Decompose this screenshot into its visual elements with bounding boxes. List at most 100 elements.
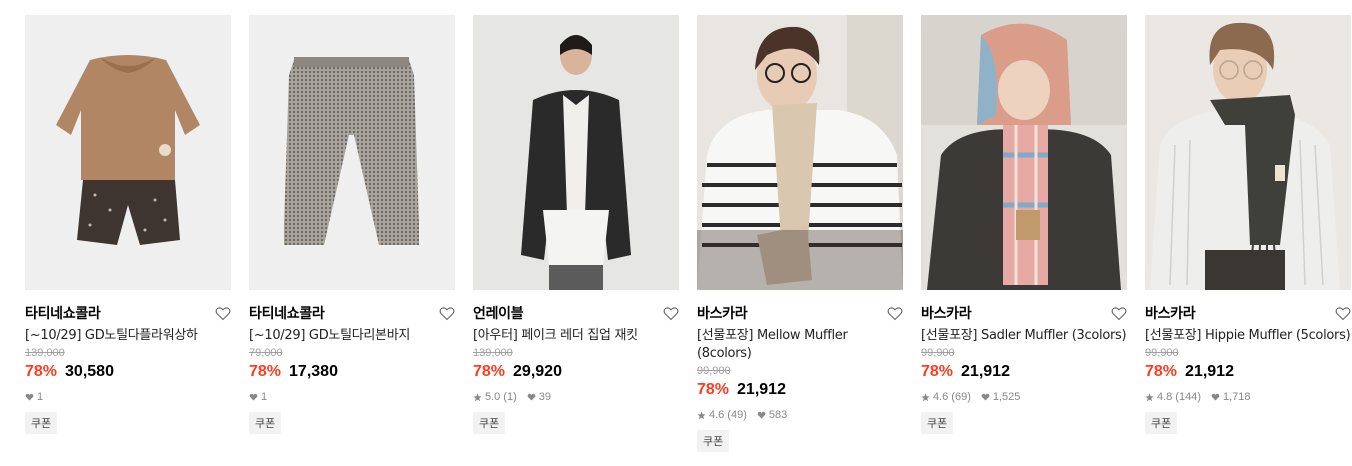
- brand-name[interactable]: 언레이블: [473, 303, 524, 323]
- review-count: (69): [951, 391, 971, 403]
- coupon-badge: 쿠폰: [25, 412, 58, 434]
- heart-icon[interactable]: [438, 305, 455, 322]
- original-price: 139,000: [473, 347, 513, 359]
- heart-filled-icon: [757, 411, 766, 419]
- discount-rate: 78%: [249, 363, 282, 380]
- discount-rate: 78%: [697, 381, 730, 398]
- discount-rate: 78%: [1145, 363, 1178, 380]
- heart-filled-icon: [25, 393, 34, 401]
- likes: 1,525: [981, 391, 1021, 403]
- heart-icon[interactable]: [1110, 305, 1127, 322]
- product-stats: 5.0 (1) 39: [473, 390, 679, 404]
- sale-price: 21,912: [737, 381, 786, 398]
- sale-price: 21,912: [961, 363, 1010, 380]
- heart-icon[interactable]: [662, 305, 679, 322]
- heart-filled-icon: [981, 393, 990, 401]
- brand-name[interactable]: 바스카라: [1145, 303, 1196, 323]
- heart-icon[interactable]: [886, 305, 903, 322]
- sale-price: 17,380: [289, 363, 338, 380]
- likes: 1: [249, 391, 267, 403]
- likes-count: 583: [768, 409, 788, 421]
- heart-filled-icon: [1211, 393, 1220, 401]
- discount-rate: 78%: [921, 363, 954, 380]
- product-name[interactable]: [선물포장] Mellow Muffler (8colors): [697, 327, 903, 363]
- likes-count: 1: [261, 391, 268, 403]
- product-card[interactable]: 바스카라 [선물포장] Sadler Muffler (3colors) 99,…: [921, 15, 1127, 452]
- product-name[interactable]: [아우터] 페이크 레더 집업 재킷: [473, 327, 679, 345]
- rating: 5.0 (1): [473, 391, 517, 403]
- coupon-badge: 쿠폰: [249, 412, 282, 434]
- product-photo-plaid-muffler: [921, 15, 1127, 290]
- rating: 4.8 (144): [1145, 391, 1201, 403]
- product-card[interactable]: 타티네쇼콜라 [~10/29] GD노틸다플라워상하 139,000 78% 3…: [25, 15, 231, 452]
- product-stats: 1: [25, 390, 231, 404]
- rating-value: 5.0: [485, 391, 501, 403]
- heart-icon[interactable]: [1334, 305, 1351, 322]
- rating: 4.6 (49): [697, 409, 747, 421]
- heart-filled-icon: [527, 393, 536, 401]
- product-grid: 타티네쇼콜라 [~10/29] GD노틸다플라워상하 139,000 78% 3…: [25, 15, 1351, 452]
- star-icon: [697, 410, 706, 419]
- product-photo-leather-jacket: [521, 35, 631, 290]
- review-count: (144): [1175, 391, 1201, 403]
- product-photo-charcoal-muffler: [1150, 22, 1340, 290]
- product-image[interactable]: [697, 15, 903, 290]
- product-name[interactable]: [~10/29] GD노틸다리본바지: [249, 327, 455, 345]
- likes-count: 1: [37, 391, 44, 403]
- heart-filled-icon: [249, 393, 258, 401]
- product-image[interactable]: [249, 15, 455, 290]
- coupon-badge: 쿠폰: [921, 412, 954, 434]
- product-card[interactable]: 타티네쇼콜라 [~10/29] GD노틸다리본바지 79,000 78% 17,…: [249, 15, 455, 452]
- product-stats: 4.6 (69) 1,525: [921, 390, 1127, 404]
- coupon-badge: 쿠폰: [473, 412, 506, 434]
- original-price: 139,000: [25, 347, 65, 359]
- original-price: 99,900: [1145, 347, 1179, 359]
- review-count: (49): [727, 409, 747, 421]
- sale-price: 30,580: [65, 363, 114, 380]
- review-count: (1): [503, 391, 517, 403]
- product-name[interactable]: [선물포장] Sadler Muffler (3colors): [921, 327, 1127, 345]
- product-stats: 4.8 (144) 1,718: [1145, 390, 1351, 404]
- product-card[interactable]: 바스카라 [선물포장] Mellow Muffler (8colors) 99,…: [697, 15, 903, 452]
- brand-name[interactable]: 타티네쇼콜라: [25, 303, 101, 323]
- brand-name[interactable]: 타티네쇼콜라: [249, 303, 325, 323]
- rating-value: 4.6: [933, 391, 949, 403]
- likes-count: 1,525: [992, 391, 1021, 403]
- product-stats: 4.6 (49) 583: [697, 408, 903, 422]
- star-icon: [473, 392, 482, 401]
- heart-icon[interactable]: [214, 305, 231, 322]
- product-image[interactable]: [25, 15, 231, 290]
- likes-count: 39: [538, 391, 551, 403]
- product-name[interactable]: [~10/29] GD노틸다플라워상하: [25, 327, 231, 345]
- likes: 583: [757, 409, 787, 421]
- product-card[interactable]: 언레이블 [아우터] 페이크 레더 집업 재킷 139,000 78% 29,9…: [473, 15, 679, 452]
- product-image[interactable]: [921, 15, 1127, 290]
- original-price: 99,900: [697, 365, 731, 377]
- product-card[interactable]: 바스카라 [선물포장] Hippie Muffler (5colors) 99,…: [1145, 15, 1351, 452]
- coupon-badge: 쿠폰: [1145, 412, 1178, 434]
- brand-name[interactable]: 바스카라: [697, 303, 748, 323]
- rating-value: 4.6: [709, 409, 725, 421]
- discount-rate: 78%: [25, 363, 58, 380]
- rating: 4.6 (69): [921, 391, 971, 403]
- rating-value: 4.8: [1157, 391, 1173, 403]
- star-icon: [921, 392, 930, 401]
- original-price: 79,000: [249, 347, 283, 359]
- product-photo-kids-set: [56, 55, 200, 245]
- brand-name[interactable]: 바스카라: [921, 303, 972, 323]
- likes-count: 1,718: [1222, 391, 1251, 403]
- discount-rate: 78%: [473, 363, 506, 380]
- sale-price: 29,920: [513, 363, 562, 380]
- product-image[interactable]: [1145, 15, 1351, 290]
- likes: 1,718: [1211, 391, 1251, 403]
- product-photo-beige-muffler: [697, 15, 903, 290]
- star-icon: [1145, 392, 1154, 401]
- product-photo-pants: [284, 57, 419, 245]
- likes: 39: [527, 391, 551, 403]
- product-name[interactable]: [선물포장] Hippie Muffler (5colors): [1145, 327, 1351, 345]
- product-stats: 1: [249, 390, 455, 404]
- coupon-badge: 쿠폰: [697, 430, 730, 452]
- likes: 1: [25, 391, 43, 403]
- original-price: 99,900: [921, 347, 955, 359]
- product-image[interactable]: [473, 15, 679, 290]
